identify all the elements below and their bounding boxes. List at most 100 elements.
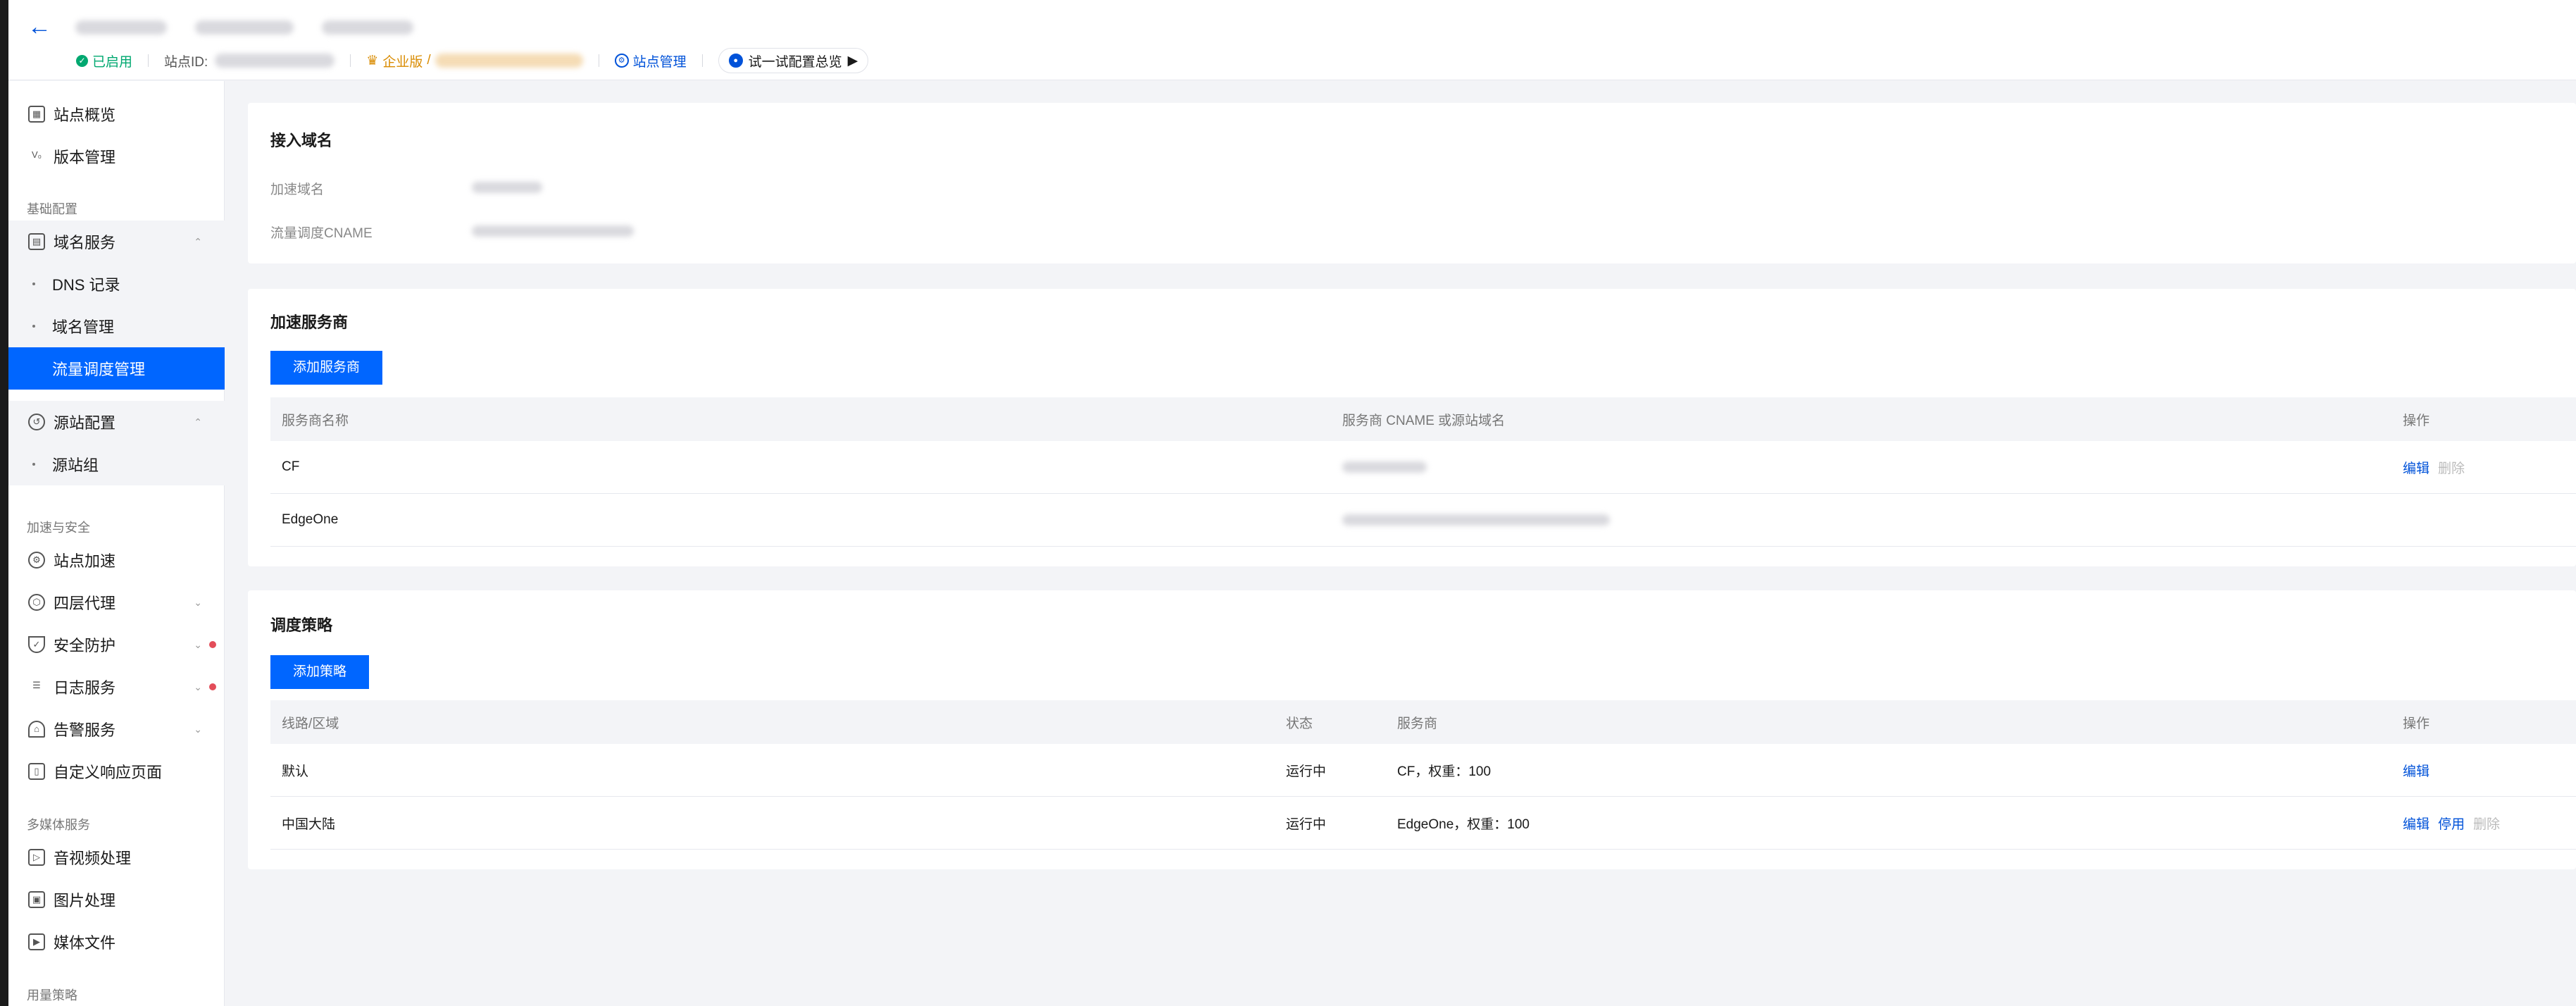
table-row: EdgeOne bbox=[270, 494, 2576, 547]
delete-link[interactable]: 删除 bbox=[2438, 458, 2465, 477]
site-header: ← ✓ 已启用 站点ID: ♛ 企业版 / ⚙ 站点管理 ● 试一试配置总览 ▶ bbox=[8, 0, 2576, 80]
domain-icon: ▤ bbox=[28, 233, 45, 250]
page-icon: ▯ bbox=[28, 763, 45, 780]
sidebar-item-media-file[interactable]: ▶ 媒体文件 bbox=[8, 921, 225, 963]
sidebar-item-label: 音视频处理 bbox=[54, 850, 132, 867]
try-config-label: 试一试配置总览 bbox=[748, 54, 842, 70]
accel-domain-value-redacted bbox=[472, 182, 542, 193]
table-row: 中国大陆 运行中 EdgeOne，权重：100 编辑 停用 删除 bbox=[270, 797, 2576, 850]
site-name-redacted[interactable] bbox=[75, 20, 167, 35]
notification-dot bbox=[209, 683, 216, 690]
edit-link[interactable]: 编辑 bbox=[2403, 761, 2430, 780]
status-text: 已启用 bbox=[92, 54, 133, 70]
site-id-redacted bbox=[215, 54, 335, 68]
status-cell: 运行中 bbox=[1286, 816, 1327, 832]
sidebar-item-label: 媒体文件 bbox=[54, 934, 116, 952]
column-header: 操作 bbox=[2403, 413, 2430, 428]
table-header: 线路/区域 状态 服务商 操作 bbox=[270, 700, 2576, 744]
gear-icon: ⚙ bbox=[614, 54, 629, 68]
video-icon: ▷ bbox=[28, 849, 45, 866]
disable-link[interactable]: 停用 bbox=[2438, 814, 2465, 833]
column-header: 操作 bbox=[2403, 716, 2430, 731]
sidebar-item-label: 流量调度管理 bbox=[52, 361, 146, 378]
add-provider-button[interactable]: 添加服务商 bbox=[270, 351, 383, 385]
account-redacted bbox=[322, 20, 413, 35]
delete-link[interactable]: 删除 bbox=[2473, 814, 2500, 833]
providers-table: 服务商名称 服务商 CNAME 或源站域名 操作 CF 编辑 删除 EdgeOn… bbox=[270, 397, 2576, 547]
divider bbox=[148, 54, 149, 67]
sidebar-item-label: 域名服务 bbox=[54, 234, 116, 252]
bullet-icon bbox=[32, 325, 35, 328]
sidebar-item-traffic-manage[interactable]: 流量调度管理 bbox=[8, 347, 225, 390]
provider-cname-redacted bbox=[1342, 514, 1610, 526]
site-meta: ✓ 已启用 站点ID: ♛ 企业版 / ⚙ 站点管理 ● 试一试配置总览 ▶ bbox=[76, 48, 869, 73]
sidebar-item-label: 日志服务 bbox=[54, 679, 116, 697]
check-circle-icon: ✓ bbox=[76, 54, 88, 67]
sidebar-item-domain-manage[interactable]: 域名管理 bbox=[8, 305, 225, 347]
sidebar-item-domain-service[interactable]: ▤ 域名服务 ⌃ bbox=[8, 221, 225, 263]
cname-label: 流量调度CNAME bbox=[270, 226, 373, 241]
edition-separator: / bbox=[427, 53, 431, 68]
sidebar-item-overview[interactable]: ▦ 站点概览 bbox=[8, 93, 225, 135]
site-domain-redacted bbox=[195, 20, 294, 35]
sidebar-item-custom-page[interactable]: ▯ 自定义响应页面 bbox=[8, 750, 225, 793]
chevron-down-icon: ⌄ bbox=[194, 681, 202, 693]
chevron-down-icon: ⌄ bbox=[194, 638, 202, 650]
media-file-icon: ▶ bbox=[28, 933, 45, 950]
site-manage-label: 站点管理 bbox=[632, 54, 687, 70]
try-config-button[interactable]: ● 试一试配置总览 ▶ bbox=[718, 48, 869, 73]
table-header: 服务商名称 服务商 CNAME 或源站域名 操作 bbox=[270, 397, 2576, 441]
edition-badge: ♛ 企业版 / bbox=[366, 51, 583, 70]
chevron-down-icon: ⌄ bbox=[194, 596, 202, 608]
sidebar-item-alarm-service[interactable]: ⌂ 告警服务 ⌄ bbox=[8, 708, 225, 750]
region-cell: 中国大陆 bbox=[282, 816, 336, 832]
cname-value-redacted bbox=[472, 225, 634, 237]
sidebar-item-version[interactable]: V₀ 版本管理 bbox=[8, 135, 225, 178]
breadcrumb bbox=[75, 17, 413, 38]
sidebar-item-dns-record[interactable]: DNS 记录 bbox=[8, 263, 225, 305]
add-strategy-button[interactable]: 添加策略 bbox=[270, 655, 370, 689]
provider-name: CF bbox=[282, 459, 300, 474]
dashboard-icon: ▦ bbox=[28, 106, 45, 123]
column-header: 服务商 CNAME 或源站域名 bbox=[1342, 413, 1506, 428]
alarm-bell-icon: ⌂ bbox=[28, 721, 45, 738]
chevron-up-icon: ⌃ bbox=[194, 235, 202, 247]
provider-name: EdgeOne bbox=[282, 512, 339, 527]
sidebar-item-label: 源站配置 bbox=[54, 414, 116, 432]
back-arrow-icon[interactable]: ← bbox=[25, 13, 54, 41]
site-manage-link[interactable]: ⚙ 站点管理 bbox=[614, 51, 687, 70]
edit-link[interactable]: 编辑 bbox=[2403, 814, 2430, 833]
edit-link[interactable]: 编辑 bbox=[2403, 458, 2430, 477]
sidebar-item-label: 域名管理 bbox=[52, 318, 115, 336]
crown-icon: ♛ bbox=[366, 53, 379, 68]
sidebar-item-origin-config[interactable]: ↺ 源站配置 ⌃ bbox=[8, 401, 225, 443]
user-icon: ● bbox=[728, 54, 743, 68]
sidebar-item-label: 源站组 bbox=[52, 457, 99, 474]
status-cell: 运行中 bbox=[1286, 764, 1327, 779]
notification-dot bbox=[209, 641, 216, 648]
sidebar-item-label: 站点加速 bbox=[54, 552, 116, 570]
column-header: 状态 bbox=[1286, 716, 1313, 731]
nav-group-usage: 用量策略 bbox=[27, 988, 77, 1002]
sidebar-item-av-process[interactable]: ▷ 音视频处理 bbox=[8, 836, 225, 878]
proxy-icon: ⬡ bbox=[28, 594, 45, 611]
card-title: 接入域名 bbox=[270, 132, 333, 149]
bullet-icon bbox=[32, 282, 35, 285]
sidebar-item-site-accel[interactable]: ⚙ 站点加速 bbox=[8, 539, 225, 581]
sidebar-item-l4-proxy[interactable]: ⬡ 四层代理 ⌄ bbox=[8, 581, 225, 623]
shield-icon: ✓ bbox=[28, 636, 45, 653]
divider bbox=[701, 54, 703, 67]
strategy-card: 调度策略 添加策略 线路/区域 状态 服务商 操作 默认 运行中 CF，权重：1… bbox=[248, 590, 2576, 869]
sidebar-item-image-process[interactable]: ▣ 图片处理 bbox=[8, 878, 225, 921]
table-row: CF 编辑 删除 bbox=[270, 441, 2576, 494]
sidebar-item-security[interactable]: ✓ 安全防护 ⌄ bbox=[8, 623, 225, 666]
history-icon: ↺ bbox=[28, 414, 45, 430]
table-row: 默认 运行中 CF，权重：100 编辑 bbox=[270, 744, 2576, 797]
window-edge bbox=[0, 0, 8, 1006]
version-icon: V₀ bbox=[31, 149, 42, 160]
sidebar-item-label: 站点概览 bbox=[54, 106, 116, 124]
sidebar-item-origin-group[interactable]: 源站组 bbox=[8, 443, 225, 485]
status-badge: ✓ 已启用 bbox=[76, 51, 132, 70]
sidebar-item-log-service[interactable]: ☰ 日志服务 ⌄ bbox=[8, 666, 225, 708]
sidebar-item-label: 版本管理 bbox=[54, 149, 116, 166]
